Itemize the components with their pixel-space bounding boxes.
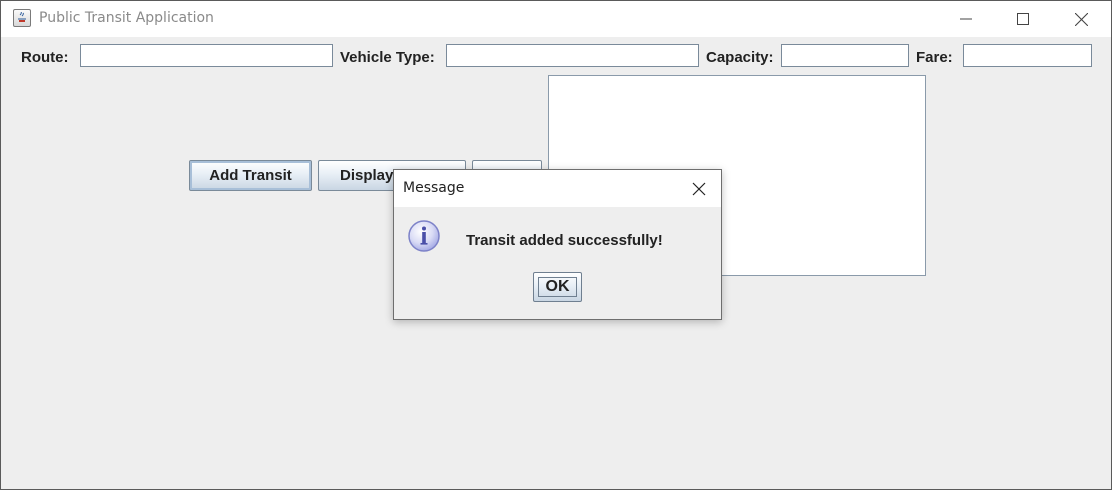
info-icon	[408, 220, 440, 252]
close-icon	[1075, 13, 1088, 26]
route-input[interactable]	[80, 44, 333, 67]
capacity-input[interactable]	[781, 44, 909, 67]
title-bar: Public Transit Application	[1, 1, 1111, 37]
minimize-icon	[960, 18, 972, 20]
window-title: Public Transit Application	[39, 10, 214, 26]
dialog-close-button[interactable]	[686, 178, 714, 200]
focus-ring	[538, 277, 577, 297]
fare-input[interactable]	[963, 44, 1092, 67]
maximize-icon	[1017, 13, 1029, 25]
vehicle-type-label: Vehicle Type:	[340, 49, 435, 66]
minimize-button[interactable]	[943, 1, 989, 37]
dialog-message: Transit added successfully!	[466, 232, 663, 249]
ok-button[interactable]: OK	[533, 272, 582, 302]
maximize-button[interactable]	[1000, 1, 1046, 37]
dialog-title-bar: Message	[394, 170, 721, 207]
dialog-title: Message	[403, 180, 465, 196]
fare-label: Fare:	[916, 49, 953, 66]
close-window-button[interactable]	[1058, 1, 1104, 37]
message-dialog: Message Transit added successfully! OK	[393, 169, 722, 320]
capacity-label: Capacity:	[706, 49, 774, 66]
java-app-icon	[13, 9, 31, 27]
route-label: Route:	[21, 49, 69, 66]
close-icon	[692, 182, 706, 196]
vehicle-type-input[interactable]	[446, 44, 699, 67]
add-transit-button[interactable]: Add Transit	[189, 160, 312, 191]
